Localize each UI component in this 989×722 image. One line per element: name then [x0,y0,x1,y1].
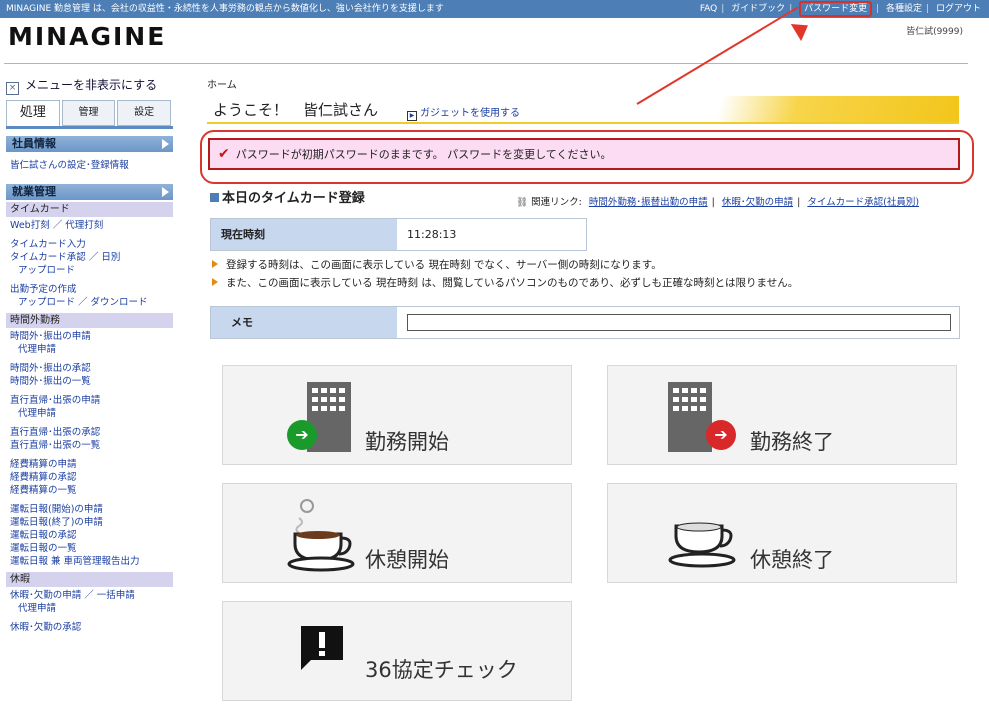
sidebar-link[interactable]: 運転日報(終了)の申請 [6,516,173,529]
sidebar-link[interactable]: 運転日報の一覧 [6,542,173,555]
sidebar-link[interactable]: 経費精算の承認 [6,471,173,484]
alert-speech-icon [301,626,343,670]
tab-settings[interactable]: 設定 [117,100,172,126]
subsection-overtime: 時間外勤務 [6,313,173,328]
password-change-link[interactable]: パスワード変更 [799,1,873,17]
current-time-value: 11:28:13 [407,228,457,241]
sidebar-link[interactable]: 代理申請 [6,407,173,420]
use-gadget-link[interactable]: ▶ ガジェットを使用する [407,104,520,121]
section-employee-info[interactable]: 社員情報 [6,136,173,152]
sidebar-link[interactable]: 時間外･振出の一覧 [6,375,173,388]
note-line: また、この画面に表示している 現在時刻 は、閲覧しているパソコンのものであり、必… [212,275,798,290]
hide-menu-toggle[interactable]: × メニューを非表示にする [6,76,173,95]
sidebar-link[interactable]: 直行直帰･出張の申請 [6,394,173,407]
sidebar-link[interactable]: 出勤予定の作成 [6,283,173,296]
sidebar-link[interactable]: 運転日報の承認 [6,529,173,542]
timecard-title: 本日のタイムカード登録 [210,187,365,206]
faq-link[interactable]: FAQ [700,4,717,14]
work-end-button[interactable]: ➔ 勤務終了 [607,365,957,465]
decorative-stripe [689,96,959,122]
note-line: 登録する時刻は、この画面に表示している 現在時刻 でなく、サーバー側の時刻になり… [212,257,662,272]
subsection-timecard: タイムカード [6,202,173,217]
arrow-right-red-icon: ➔ [706,420,736,450]
sidebar: × メニューを非表示にする 処理 管理 設定 社員情報 皆仁試さんの設定･登録情報… [6,76,173,634]
employee-settings-link[interactable]: 皆仁試さんの設定･登録情報 [6,159,173,172]
sidebar-link[interactable]: 時間外･振出の承認 [6,362,173,375]
collapse-icon: × [6,82,19,95]
guidebook-link[interactable]: ガイドブック [731,4,785,14]
sidebar-link[interactable]: 直行直帰･出張の承認 [6,426,173,439]
arrow-right-green-icon: ➔ [287,420,317,450]
memo-row: メモ [210,306,960,339]
sidebar-link[interactable]: アップロード ／ ダウンロード [6,296,173,309]
current-time-row: 現在時刻 11:28:13 [210,218,587,251]
sidebar-link[interactable]: 時間外･振出の申請 [6,330,173,343]
current-time-label: 現在時刻 [211,219,397,250]
checkmark-icon: ✔ [218,146,230,162]
subsection-leave: 休暇 [6,572,173,587]
top-links: FAQ| ガイドブック| パスワード変更| 各種設定| ログアウト [700,0,981,18]
welcome-header: ようこそ！ 皆仁試さん ▶ ガジェットを使用する [207,96,959,124]
sidebar-link[interactable]: 休暇･欠勤の申請 ／ 一括申請 [6,589,173,602]
related-links: ⛓ 関連リンク: 時間外勤務･振替出勤の申請 | 休暇･欠勤の申請 | タイムカード… [516,197,920,208]
header-divider [4,63,968,64]
sidebar-link[interactable]: 休暇･欠勤の承認 [6,621,173,634]
settings-link[interactable]: 各種設定 [886,4,922,14]
break-start-button[interactable]: 休憩開始 [222,483,572,583]
sidebar-link[interactable]: 直行直帰･出張の一覧 [6,439,173,452]
agreement-36-check-button[interactable]: 36協定チェック [222,601,572,701]
sidebar-link[interactable]: 代理申請 [6,602,173,615]
empty-cup-icon [668,522,736,568]
triangle-bullet-icon [212,260,218,268]
sidebar-link[interactable]: 経費精算の申請 [6,458,173,471]
tab-underline [6,126,173,129]
sidebar-link[interactable]: Web打刻 ／ 代理打刻 [6,219,173,232]
breadcrumb: ホーム [207,80,237,91]
memo-input[interactable] [407,314,951,331]
sidebar-link[interactable]: アップロード [6,264,173,277]
password-alert: ✔ パスワードが初期パスワードのままです。 パスワードを変更してください。 [208,138,960,170]
user-name: 皆仁試(9999) [906,27,963,37]
annotation-arrowhead [790,16,814,42]
memo-label: メモ [211,307,397,338]
logo[interactable]: MINAGINE [8,22,166,51]
link-chain-icon: ⛓ [516,197,529,208]
related-link-overtime[interactable]: 時間外勤務･振替出勤の申請 [589,197,708,208]
related-link-leave[interactable]: 休暇･欠勤の申請 [722,197,793,208]
sidebar-link[interactable]: 運転日報(開始)の申請 [6,503,173,516]
break-end-button[interactable]: 休憩終了 [607,483,957,583]
sidebar-link[interactable]: 運転日報 兼 車両管理報告出力 [6,555,173,568]
annotation-arrow [636,6,799,105]
play-icon: ▶ [407,111,417,121]
square-bullet-icon [210,193,219,202]
chevron-right-icon [162,187,169,197]
section-work-management[interactable]: 就業管理 [6,184,173,200]
sidebar-link[interactable]: タイムカード承認 ／ 日別 [6,251,173,264]
top-bar: MINAGINE 勤怠管理 は、会社の収益性・永続性を人事労務の観点から数値化し… [0,0,989,18]
chevron-right-icon [162,139,169,149]
tagline: MINAGINE 勤怠管理 は、会社の収益性・永続性を人事労務の観点から数値化し… [6,4,444,14]
sidebar-link[interactable]: タイムカード入力 [6,238,173,251]
building-icon [668,382,712,452]
coffee-cup-icon [287,499,355,572]
sidebar-link[interactable]: 代理申請 [6,343,173,356]
sidebar-link[interactable]: 経費精算の一覧 [6,484,173,497]
welcome-title: ようこそ！ 皆仁試さん [213,101,379,119]
work-start-button[interactable]: ➔ 勤務開始 [222,365,572,465]
triangle-bullet-icon [212,278,218,286]
sidebar-tabs: 処理 管理 設定 [6,100,173,126]
related-link-timecard[interactable]: タイムカード承認(社員別) [807,197,919,208]
logout-link[interactable]: ログアウト [936,4,981,14]
tab-manage[interactable]: 管理 [61,100,116,126]
tab-process[interactable]: 処理 [6,100,60,126]
